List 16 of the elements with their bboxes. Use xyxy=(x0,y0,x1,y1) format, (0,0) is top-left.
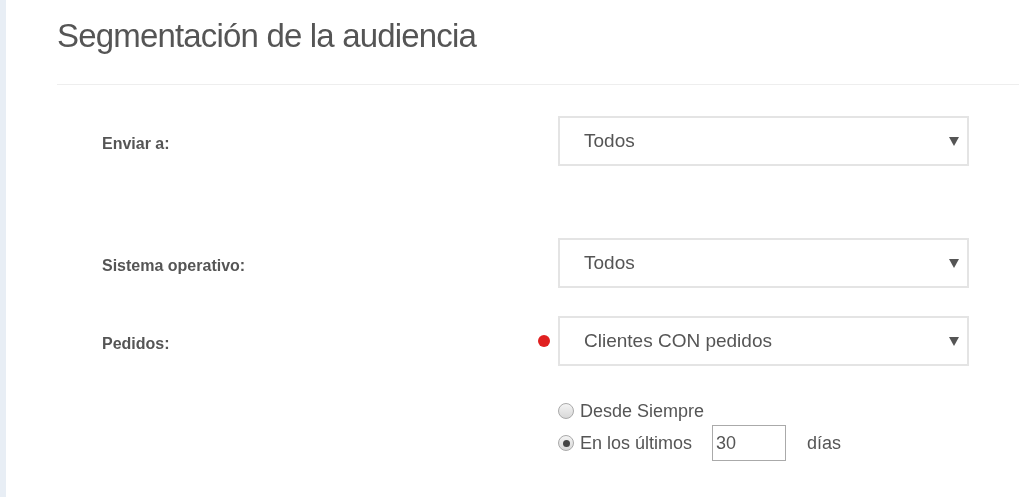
radio-label: Desde Siempre xyxy=(580,399,705,423)
radio-label: En los últimos xyxy=(580,431,693,455)
days-input[interactable]: 30 xyxy=(712,425,787,461)
dropdown[interactable]: Todos xyxy=(558,116,969,166)
caret-icon xyxy=(949,258,959,268)
radio-button[interactable] xyxy=(558,403,574,419)
dropdown[interactable]: Todos xyxy=(558,238,969,288)
caret-icon xyxy=(949,336,959,346)
days-label: días xyxy=(807,431,842,455)
field-label: Enviar a: xyxy=(101,134,171,154)
dropdown[interactable]: Clientes CON pedidos xyxy=(558,316,969,366)
caret-icon xyxy=(949,136,959,146)
field-label: Pedidos: xyxy=(101,334,171,354)
page-title: Segmentación de la audiencia xyxy=(57,16,477,56)
radio-button[interactable] xyxy=(558,435,574,451)
field-label: Sistema operativo: xyxy=(101,256,247,276)
